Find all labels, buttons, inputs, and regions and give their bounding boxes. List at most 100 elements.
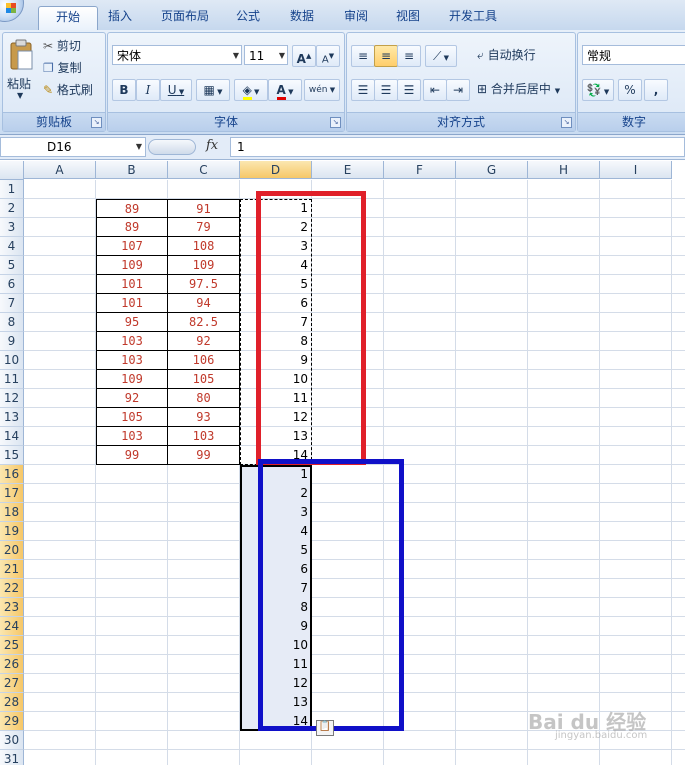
table-cell[interactable]: 92	[168, 332, 240, 351]
row-header-25[interactable]: 25	[0, 636, 24, 655]
increase-indent-button[interactable]: ⇥	[446, 79, 470, 101]
font-name-select[interactable]: 宋体 ▼	[112, 45, 242, 65]
tab-data[interactable]: 数据	[278, 6, 326, 30]
font-color-button[interactable]: A ▼	[268, 79, 302, 101]
table-cell[interactable]: 103	[96, 351, 168, 370]
office-button[interactable]	[0, 0, 24, 22]
column-header-g[interactable]: G	[456, 161, 528, 179]
table-cell[interactable]: 91	[168, 199, 240, 218]
table-cell[interactable]: 94	[168, 294, 240, 313]
table-cell[interactable]: 95	[96, 313, 168, 332]
row-header-16[interactable]: 16	[0, 465, 24, 484]
bold-button[interactable]: B	[112, 79, 136, 101]
select-all-button[interactable]	[0, 161, 24, 180]
table-cell[interactable]: 99	[168, 446, 240, 465]
formula-bar-resize-handle[interactable]	[148, 139, 196, 155]
table-cell[interactable]: 105	[168, 370, 240, 389]
table-cell[interactable]: 82.5	[168, 313, 240, 332]
currency-button[interactable]: 💱 ▼	[582, 79, 614, 101]
row-header-19[interactable]: 19	[0, 522, 24, 541]
column-header-i[interactable]: I	[600, 161, 672, 179]
tab-formulas[interactable]: 公式	[224, 6, 272, 30]
table-cell[interactable]: 101	[96, 294, 168, 313]
tab-home[interactable]: 开始	[38, 6, 98, 31]
row-header-14[interactable]: 14	[0, 427, 24, 446]
table-cell[interactable]: 103	[96, 332, 168, 351]
table-cell[interactable]: 109	[168, 256, 240, 275]
row-header-18[interactable]: 18	[0, 503, 24, 522]
table-cell[interactable]: 103	[96, 427, 168, 446]
orientation-button[interactable]: ⟋ ▼	[425, 45, 457, 67]
wrap-text-button[interactable]: ⤶ 自动换行	[477, 45, 536, 65]
font-launcher-icon[interactable]: ↘	[330, 117, 341, 128]
italic-button[interactable]: I	[136, 79, 160, 101]
comma-button[interactable]: ,	[644, 79, 668, 101]
align-top-button[interactable]: ≡	[351, 45, 375, 67]
phonetic-button[interactable]: wén ▼	[304, 79, 340, 101]
row-header-10[interactable]: 10	[0, 351, 24, 370]
row-header-3[interactable]: 3	[0, 218, 24, 237]
row-header-4[interactable]: 4	[0, 237, 24, 256]
formula-input[interactable]: 1	[230, 137, 685, 157]
column-header-f[interactable]: F	[384, 161, 456, 179]
underline-button[interactable]: U ▼	[160, 79, 192, 101]
row-header-5[interactable]: 5	[0, 256, 24, 275]
row-header-2[interactable]: 2	[0, 199, 24, 218]
row-header-30[interactable]: 30	[0, 731, 24, 750]
tab-developer[interactable]: 开发工具	[436, 6, 510, 30]
row-header-9[interactable]: 9	[0, 332, 24, 351]
tab-view[interactable]: 视图	[384, 6, 432, 30]
fill-color-button[interactable]: ◈ ▼	[234, 79, 268, 101]
grow-font-button[interactable]: A▲	[292, 45, 316, 67]
align-left-button[interactable]: ☰	[351, 79, 375, 101]
column-header-c[interactable]: C	[168, 161, 240, 179]
row-header-6[interactable]: 6	[0, 275, 24, 294]
insert-function-button[interactable]: fx	[206, 138, 218, 153]
table-cell[interactable]: 89	[96, 218, 168, 237]
row-header-24[interactable]: 24	[0, 617, 24, 636]
shrink-font-button[interactable]: A▼	[316, 45, 340, 67]
tab-review[interactable]: 审阅	[332, 6, 380, 30]
tab-page-layout[interactable]: 页面布局	[148, 6, 222, 30]
row-header-26[interactable]: 26	[0, 655, 24, 674]
paste-options-icon[interactable]: 📋	[316, 720, 334, 736]
row-header-23[interactable]: 23	[0, 598, 24, 617]
merge-center-button[interactable]: ⊞ 合并后居中 ▼	[477, 79, 560, 99]
row-header-7[interactable]: 7	[0, 294, 24, 313]
column-header-h[interactable]: H	[528, 161, 600, 179]
paste-button[interactable]: 粘贴 ▼	[5, 37, 37, 105]
row-header-15[interactable]: 15	[0, 446, 24, 465]
table-cell[interactable]: 105	[96, 408, 168, 427]
row-header-1[interactable]: 1	[0, 180, 24, 199]
align-right-button[interactable]: ☰	[397, 79, 421, 101]
tab-insert[interactable]: 插入	[96, 6, 144, 30]
table-cell[interactable]: 99	[96, 446, 168, 465]
font-size-select[interactable]: 11 ▼	[244, 45, 288, 65]
table-cell[interactable]: 106	[168, 351, 240, 370]
table-cell[interactable]: 101	[96, 275, 168, 294]
number-format-select[interactable]: 常规	[582, 45, 685, 65]
name-box[interactable]: D16 ▼	[0, 137, 146, 157]
table-cell[interactable]: 80	[168, 389, 240, 408]
row-header-27[interactable]: 27	[0, 674, 24, 693]
alignment-launcher-icon[interactable]: ↘	[561, 117, 572, 128]
table-cell[interactable]: 109	[96, 256, 168, 275]
row-header-17[interactable]: 17	[0, 484, 24, 503]
table-cell[interactable]: 107	[96, 237, 168, 256]
table-cell[interactable]: 109	[96, 370, 168, 389]
column-header-a[interactable]: A	[24, 161, 96, 179]
row-header-20[interactable]: 20	[0, 541, 24, 560]
table-cell[interactable]: 79	[168, 218, 240, 237]
clipboard-launcher-icon[interactable]: ↘	[91, 117, 102, 128]
format-painter-button[interactable]: ✎ 格式刷	[43, 80, 93, 100]
borders-button[interactable]: ▦ ▼	[196, 79, 230, 101]
table-cell[interactable]: 93	[168, 408, 240, 427]
row-header-8[interactable]: 8	[0, 313, 24, 332]
decrease-indent-button[interactable]: ⇤	[423, 79, 447, 101]
copy-button[interactable]: ❐ 复制	[43, 58, 82, 78]
table-cell[interactable]: 108	[168, 237, 240, 256]
column-header-e[interactable]: E	[312, 161, 384, 179]
column-header-d[interactable]: D	[240, 161, 312, 179]
row-header-28[interactable]: 28	[0, 693, 24, 712]
row-header-13[interactable]: 13	[0, 408, 24, 427]
